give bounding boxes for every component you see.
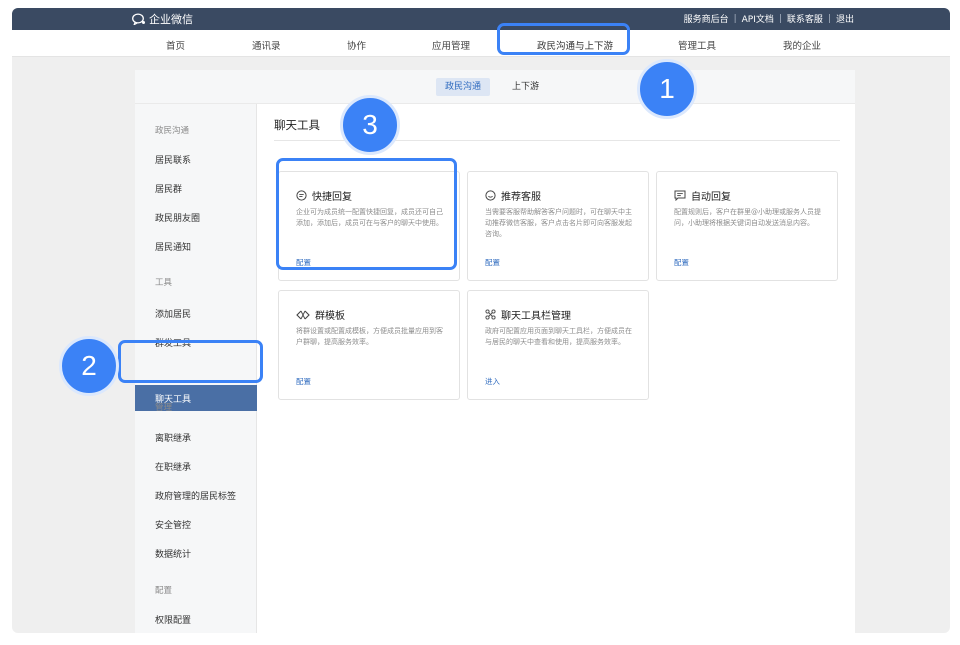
separator: | [733, 13, 737, 24]
nav-collaboration[interactable]: 协作 [347, 38, 366, 52]
card-toolbar-manage[interactable]: 聊天工具栏管理 政府可配置应用页面到聊天工具栏，方便成员在与居民的聊天中查看和使… [467, 290, 649, 400]
sidebar-item-resigned-transfer[interactable]: 离职继承 [155, 431, 191, 444]
logo[interactable]: 企业微信 [132, 11, 193, 27]
logo-text: 企业微信 [149, 13, 193, 26]
card-description: 配置规则后，客户在群里@小助理或服务人员提问，小助理将根据关键词自动发送消息内容… [674, 208, 821, 227]
sidebar-item-resident-group[interactable]: 居民群 [155, 182, 182, 195]
separator: | [827, 13, 831, 24]
sidebar-item-moments[interactable]: 政民朋友圈 [155, 211, 200, 224]
step-badge-3: 3 [340, 95, 400, 155]
enter-link[interactable]: 进入 [485, 376, 500, 387]
link-api-docs[interactable]: API文档 [742, 12, 774, 25]
nav-home[interactable]: 首页 [166, 38, 185, 52]
top-links: 服务商后台 | API文档 | 联系客服 | 退出 [684, 12, 854, 26]
card-description: 将群设置或配置成模板，方便成员批量应用到客户群聊，提高服务效率。 [296, 327, 443, 346]
sidebar-item-resident-tags[interactable]: 政府管理的居民标签 [155, 489, 236, 502]
sidebar-item-statistics[interactable]: 数据统计 [155, 547, 191, 560]
step-badge-2: 2 [59, 336, 119, 396]
subtab-upstream-downstream[interactable]: 上下游 [503, 78, 548, 96]
page-title: 聊天工具 [274, 118, 320, 132]
sidebar-item-permissions[interactable]: 权限配置 [155, 613, 191, 626]
card-recommend-service[interactable]: 推荐客服 当需要客服帮助解答客户问题时，可在聊天中主动推荐微信客服，客户点击名片… [467, 171, 649, 281]
configure-link[interactable]: 配置 [674, 257, 689, 268]
main-nav: 首页 通讯录 协作 应用管理 政民沟通与上下游 管理工具 我的企业 [12, 30, 950, 57]
app-window: 企业微信 服务商后台 | API文档 | 联系客服 | 退出 首页 通讯录 协作… [12, 8, 950, 633]
card-title: 自动回复 [691, 192, 731, 203]
card-group-template[interactable]: 群模板 将群设置或配置成模板，方便成员批量应用到客户群聊，提高服务效率。 配置 [278, 290, 460, 400]
step-badge-1: 1 [637, 59, 697, 119]
recommend-service-icon [485, 190, 496, 201]
subtab-gov-communication[interactable]: 政民沟通 [436, 78, 491, 96]
sidebar-item-resident-contact[interactable]: 居民联系 [155, 153, 191, 166]
card-description: 政府可配置应用页面到聊天工具栏，方便成员在与居民的聊天中查看和使用，提高服务效率… [485, 327, 632, 346]
sub-tabs: 政民沟通 上下游 [135, 70, 855, 104]
nav-app-management[interactable]: 应用管理 [432, 38, 470, 52]
card-title: 推荐客服 [501, 192, 541, 203]
link-contact-support[interactable]: 联系客服 [787, 12, 823, 25]
sidebar-item-resident-notice[interactable]: 居民通知 [155, 240, 191, 253]
sidebar-group-label: 配置 [155, 586, 173, 596]
sidebar-item-onjob-transfer[interactable]: 在职继承 [155, 460, 191, 473]
separator: | [778, 13, 782, 24]
configure-link[interactable]: 配置 [485, 257, 500, 268]
link-provider-admin[interactable]: 服务商后台 [684, 12, 729, 25]
card-title: 群模板 [315, 311, 345, 322]
top-bar: 企业微信 服务商后台 | API文档 | 联系客服 | 退出 [12, 8, 950, 30]
sidebar-group-label: 政民沟通 [155, 126, 190, 136]
link-logout[interactable]: 退出 [836, 12, 854, 25]
card-auto-reply[interactable]: 自动回复 配置规则后，客户在群里@小助理或服务人员提问，小助理将根据关键词自动发… [656, 171, 838, 281]
card-description: 当需要客服帮助解答客户问题时，可在聊天中主动推荐微信客服，客户点击名片即可向客服… [485, 208, 632, 238]
nav-contacts[interactable]: 通讯录 [252, 38, 281, 52]
auto-reply-icon [674, 190, 686, 201]
highlight-frame-card [276, 158, 457, 270]
highlight-frame-nav [497, 23, 630, 55]
group-template-icon [296, 310, 310, 319]
sidebar-item-chat-tools[interactable]: 聊天工具 [135, 385, 257, 411]
sidebar-group-label: 管理 [155, 403, 173, 413]
nav-my-enterprise[interactable]: 我的企业 [783, 38, 821, 52]
sidebar-group-label: 工具 [155, 278, 173, 288]
nav-management-tools[interactable]: 管理工具 [678, 38, 716, 52]
sidebar-item-add-resident[interactable]: 添加居民 [155, 307, 191, 320]
sidebar-item-security[interactable]: 安全管控 [155, 518, 191, 531]
highlight-frame-sidebar [118, 340, 263, 383]
configure-link[interactable]: 配置 [296, 376, 311, 387]
card-title: 聊天工具栏管理 [501, 311, 571, 322]
wecom-logo-icon [132, 13, 145, 25]
toolbar-manage-icon [485, 309, 496, 320]
